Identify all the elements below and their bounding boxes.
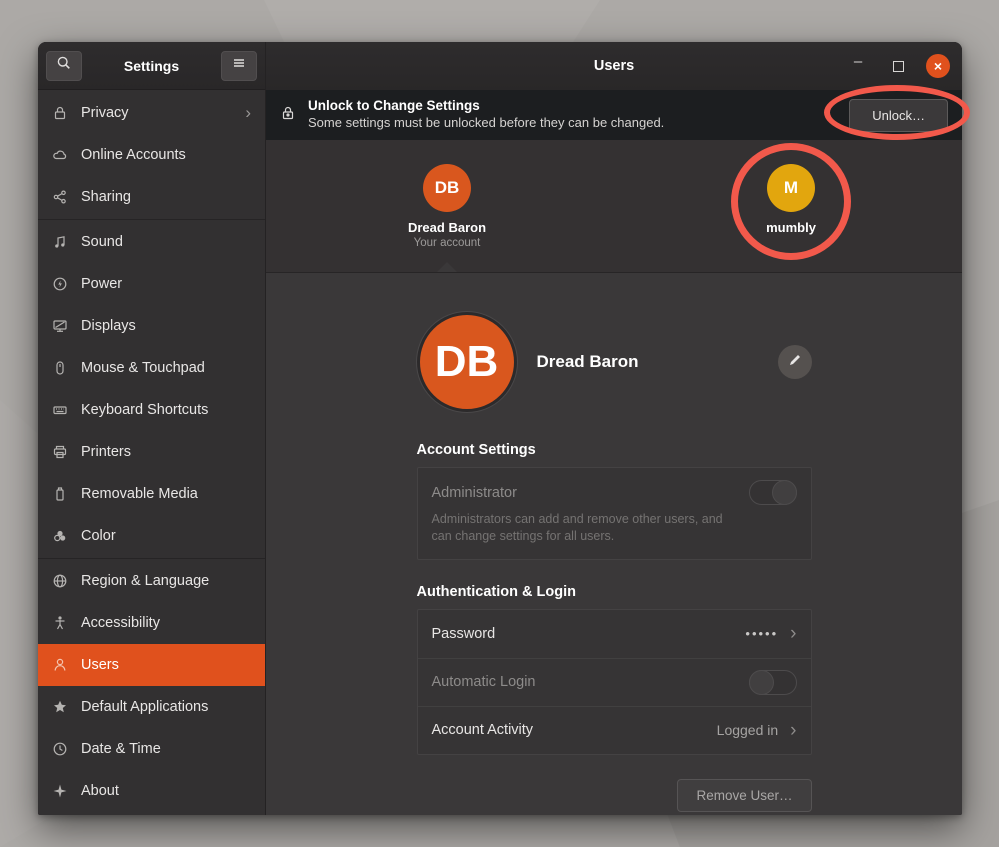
user-name: mumbly xyxy=(726,220,856,235)
maximize-button[interactable] xyxy=(886,54,910,78)
music-note-icon xyxy=(52,234,68,250)
main-content: DB Dread Baron Account Settings Administ… xyxy=(266,273,962,815)
administrator-label: Administrator xyxy=(432,485,517,501)
selected-user-notch xyxy=(437,262,457,272)
sidebar-item-online-accounts[interactable]: Online Accounts xyxy=(38,134,265,176)
menu-button[interactable] xyxy=(221,51,257,81)
carousel-user-dread-baron[interactable]: DB Dread Baron Your account xyxy=(382,164,512,249)
sidebar-item-printers[interactable]: Printers xyxy=(38,431,265,473)
search-button[interactable] xyxy=(46,51,82,81)
sidebar-item-default-applications[interactable]: Default Applications xyxy=(38,686,265,728)
sidebar-item-region-language[interactable]: Region & Language xyxy=(38,560,265,602)
avatar: DB xyxy=(423,164,471,212)
sidebar-item-mouse-touchpad[interactable]: Mouse & Touchpad xyxy=(38,347,265,389)
keyboard-icon xyxy=(52,402,68,418)
globe-icon xyxy=(52,573,68,589)
sidebar-item-sharing[interactable]: Sharing xyxy=(38,176,265,218)
administrator-row: Administrator Administrators can add and… xyxy=(418,468,811,559)
sidebar-item-color[interactable]: Color xyxy=(38,515,265,557)
automatic-login-label: Automatic Login xyxy=(432,674,536,690)
toggle-knob xyxy=(749,670,774,695)
administrator-description: Administrators can add and remove other … xyxy=(432,511,732,545)
close-button[interactable]: × xyxy=(926,54,950,78)
close-icon: × xyxy=(934,58,942,74)
printer-icon xyxy=(52,444,68,460)
profile-row: DB Dread Baron xyxy=(417,312,812,412)
user-subtitle: Your account xyxy=(382,237,512,249)
cloud-icon xyxy=(52,147,68,163)
sidebar-item-accessibility[interactable]: Accessibility xyxy=(38,602,265,644)
sidebar-item-displays[interactable]: Displays xyxy=(38,305,265,347)
sidebar-header: Settings xyxy=(38,42,265,90)
sparkle-icon xyxy=(52,783,68,799)
pencil-icon xyxy=(788,353,802,372)
lock-icon xyxy=(52,105,68,121)
user-silhouette-icon xyxy=(52,657,68,673)
account-activity-label: Account Activity xyxy=(432,722,534,738)
account-activity-value: Logged in xyxy=(717,722,779,738)
unlock-button[interactable]: Unlock… xyxy=(849,99,948,132)
sidebar-item-power[interactable]: Power xyxy=(38,263,265,305)
carousel-user-mumbly[interactable]: M mumbly xyxy=(726,164,856,235)
power-icon xyxy=(52,276,68,292)
automatic-login-row: Automatic Login xyxy=(418,658,811,706)
removable-media-icon xyxy=(52,486,68,502)
color-circles-icon xyxy=(52,528,68,544)
share-nodes-icon xyxy=(52,189,68,205)
sidebar-item-about[interactable]: About xyxy=(38,770,265,812)
settings-window: Settings Privacy › Online Accounts Shari… xyxy=(38,42,962,815)
headerbar: Users – × xyxy=(266,42,962,90)
banner-text: Unlock to Change Settings Some settings … xyxy=(308,98,664,131)
lock-icon xyxy=(280,105,308,126)
star-icon xyxy=(52,699,68,715)
minimize-button[interactable]: – xyxy=(846,54,870,78)
administrator-toggle[interactable] xyxy=(749,480,797,505)
sidebar-item-date-time[interactable]: Date & Time xyxy=(38,728,265,770)
password-label: Password xyxy=(432,626,496,642)
authentication-card: Password ••••• › Automatic Login Acco xyxy=(417,609,812,755)
profile-avatar[interactable]: DB xyxy=(417,312,517,412)
mouse-icon xyxy=(52,360,68,376)
profile-name: Dread Baron xyxy=(537,352,639,372)
sidebar: Settings Privacy › Online Accounts Shari… xyxy=(38,42,266,815)
automatic-login-toggle[interactable] xyxy=(749,670,797,695)
banner-subtitle: Some settings must be unlocked before th… xyxy=(308,115,664,131)
window-controls: – × xyxy=(846,54,962,78)
sidebar-list: Privacy › Online Accounts Sharing Sound … xyxy=(38,90,265,815)
user-name: Dread Baron xyxy=(382,220,512,235)
chevron-right-icon: › xyxy=(245,103,251,123)
section-title-account-settings: Account Settings xyxy=(417,442,812,458)
sidebar-item-sound[interactable]: Sound xyxy=(38,221,265,263)
account-settings-card: Administrator Administrators can add and… xyxy=(417,467,812,560)
section-title-authentication-login: Authentication & Login xyxy=(417,584,812,600)
sidebar-separator xyxy=(38,219,265,220)
password-dots: ••••• xyxy=(745,626,778,641)
chevron-right-icon: › xyxy=(790,721,796,740)
users-panel: Users – × Unlock to Change Settings Some… xyxy=(266,42,962,815)
app-title: Settings xyxy=(82,58,221,74)
sidebar-item-users[interactable]: Users xyxy=(38,644,265,686)
account-activity-row[interactable]: Account Activity Logged in › xyxy=(418,706,811,754)
password-row[interactable]: Password ••••• › xyxy=(418,610,811,658)
sidebar-item-privacy[interactable]: Privacy › xyxy=(38,92,265,134)
toggle-knob xyxy=(772,480,797,505)
hamburger-icon xyxy=(231,55,247,76)
edit-name-button[interactable] xyxy=(778,345,812,379)
chevron-right-icon: › xyxy=(790,624,796,643)
remove-user-button[interactable]: Remove User… xyxy=(677,779,811,812)
unlock-banner: Unlock to Change Settings Some settings … xyxy=(266,90,962,140)
sidebar-separator xyxy=(38,558,265,559)
sidebar-item-removable-media[interactable]: Removable Media xyxy=(38,473,265,515)
display-icon xyxy=(52,318,68,334)
banner-title: Unlock to Change Settings xyxy=(308,98,664,115)
maximize-icon xyxy=(893,61,904,72)
search-icon xyxy=(56,55,72,76)
clock-icon xyxy=(52,741,68,757)
sidebar-item-keyboard-shortcuts[interactable]: Keyboard Shortcuts xyxy=(38,389,265,431)
user-carousel: DB Dread Baron Your account M mumbly xyxy=(266,140,962,273)
avatar: M xyxy=(767,164,815,212)
accessibility-person-icon xyxy=(52,615,68,631)
